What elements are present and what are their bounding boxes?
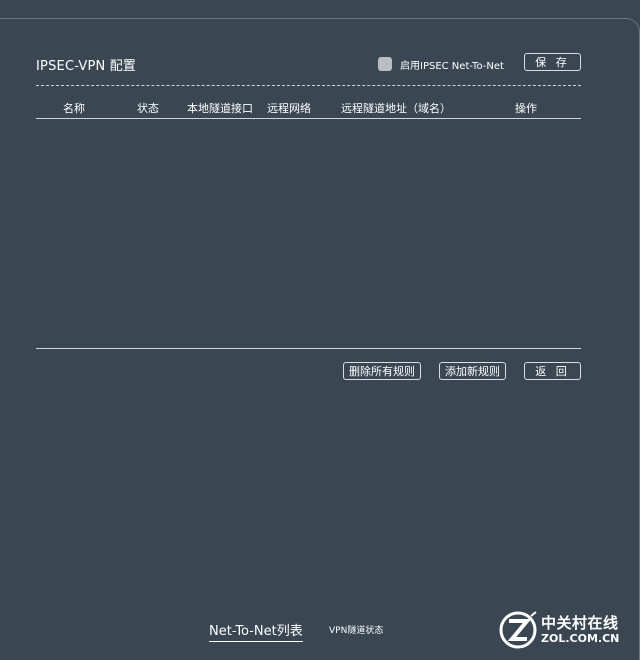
add-new-rule-button[interactable]: 添加新规则 [439, 362, 506, 380]
column-header-remote-tunnel-address: 远程隧道地址（域名） [341, 102, 451, 115]
column-header-remote-network: 远程网络 [267, 102, 311, 115]
column-header-status: 状态 [137, 102, 159, 115]
delete-all-rules-button[interactable]: 删除所有规则 [343, 362, 421, 380]
tab-vpn-tunnel-status[interactable]: VPN隧道状态 [329, 623, 383, 636]
table-footer-divider [36, 348, 581, 349]
save-button[interactable]: 保 存 [524, 53, 581, 71]
title-divider [36, 85, 581, 86]
back-button[interactable]: 返 回 [524, 362, 581, 380]
page-title: IPSEC-VPN 配置 [36, 59, 137, 74]
enable-net-to-net-toggle[interactable]: 启用IPSEC Net-To-Net [378, 56, 504, 72]
column-header-name: 名称 [63, 102, 85, 115]
zol-logo-icon [499, 611, 537, 649]
enable-checkbox[interactable] [378, 57, 392, 71]
enable-label: 启用IPSEC Net-To-Net [400, 60, 504, 72]
watermark-cn: 中关村在线 [541, 614, 619, 632]
watermark-en: ZOL.COM.CN [541, 632, 620, 645]
column-header-actions: 操作 [515, 102, 537, 115]
zol-watermark: 中关村在线 ZOL.COM.CN [498, 610, 628, 650]
rules-table-body [36, 119, 581, 348]
tab-net-to-net-list[interactable]: Net-To-Net列表 [209, 620, 303, 642]
column-header-local-tunnel-interface: 本地隧道接口 [187, 102, 253, 115]
